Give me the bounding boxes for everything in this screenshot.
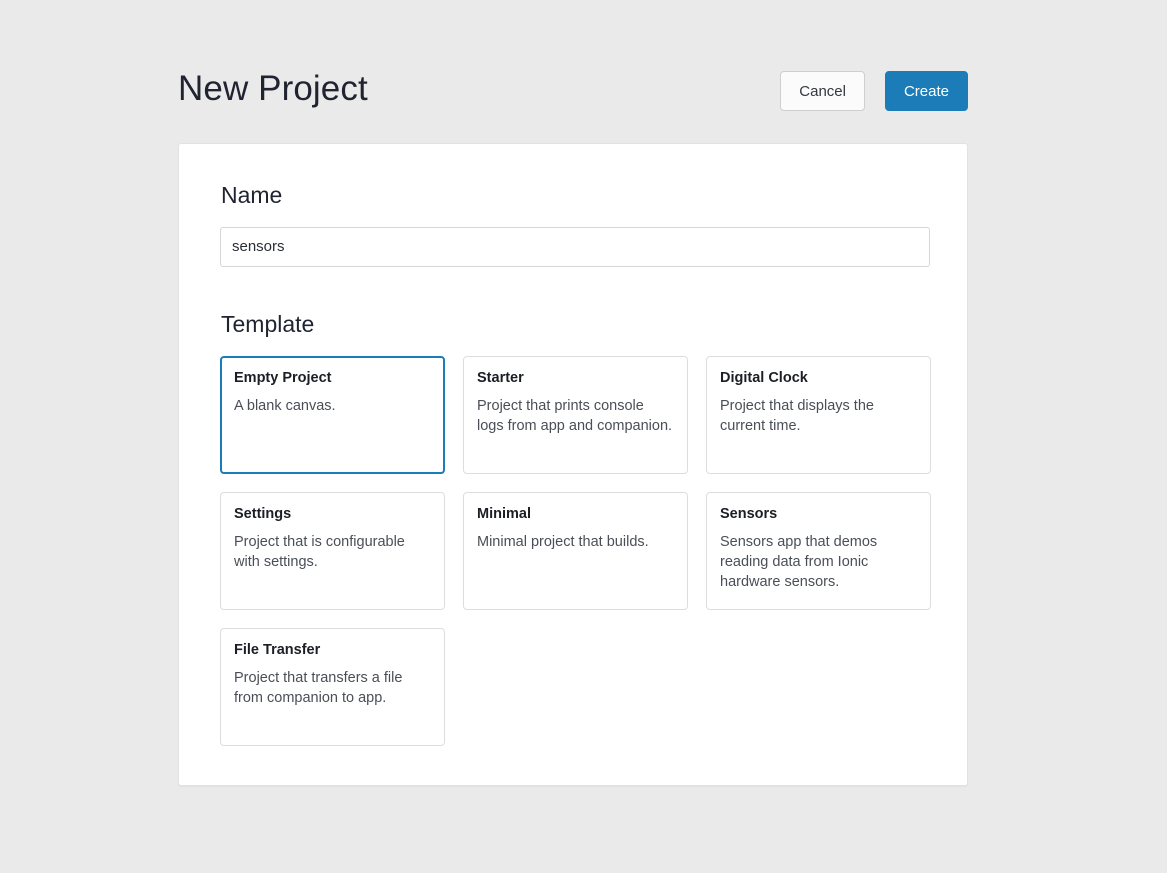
cancel-button[interactable]: Cancel bbox=[780, 71, 865, 111]
new-project-screen: New Project Cancel Create Name Template … bbox=[0, 0, 1167, 873]
template-card-description: Project that is configurable with settin… bbox=[234, 533, 405, 570]
name-section-label: Name bbox=[221, 182, 283, 208]
new-project-panel: Name Template Empty Project A blank canv… bbox=[178, 143, 968, 786]
template-card-title: Empty Project bbox=[234, 370, 332, 387]
template-card-title: Minimal bbox=[477, 506, 531, 523]
template-card-file-transfer[interactable]: File Transfer Project that transfers a f… bbox=[220, 628, 445, 747]
template-grid: Empty Project A blank canvas. Starter Pr… bbox=[220, 356, 931, 747]
template-card-sensors[interactable]: Sensors Sensors app that demos reading d… bbox=[706, 492, 931, 611]
template-card-title: File Transfer bbox=[234, 642, 321, 659]
template-card-title: Starter bbox=[477, 370, 524, 387]
template-card-description: Project that transfers a file from compa… bbox=[234, 669, 403, 706]
header-actions: Cancel Create bbox=[780, 71, 968, 111]
template-card-description: Minimal project that builds. bbox=[477, 533, 649, 550]
template-card-digital-clock[interactable]: Digital Clock Project that displays the … bbox=[706, 356, 931, 475]
panel-content: Name Template Empty Project A blank canv… bbox=[179, 144, 967, 747]
template-card-description: Sensors app that demos reading data from… bbox=[720, 533, 878, 590]
template-card-empty-project[interactable]: Empty Project A blank canvas. bbox=[220, 356, 445, 475]
template-card-settings[interactable]: Settings Project that is configurable wi… bbox=[220, 492, 445, 611]
template-card-description: Project that prints console logs from ap… bbox=[477, 397, 673, 434]
page-title: New Project bbox=[178, 68, 368, 108]
template-card-description: Project that displays the current time. bbox=[720, 397, 874, 434]
template-card-description: A blank canvas. bbox=[234, 397, 336, 414]
create-button[interactable]: Create bbox=[884, 71, 968, 111]
template-section-label: Template bbox=[221, 310, 315, 337]
page-header: New Project Cancel Create bbox=[178, 60, 968, 122]
template-card-minimal[interactable]: Minimal Minimal project that builds. bbox=[463, 492, 688, 611]
template-card-title: Sensors bbox=[720, 506, 778, 523]
template-card-starter[interactable]: Starter Project that prints console logs… bbox=[463, 356, 688, 475]
project-name-input[interactable] bbox=[220, 226, 930, 267]
template-card-title: Digital Clock bbox=[720, 370, 808, 387]
template-card-title: Settings bbox=[234, 506, 292, 523]
